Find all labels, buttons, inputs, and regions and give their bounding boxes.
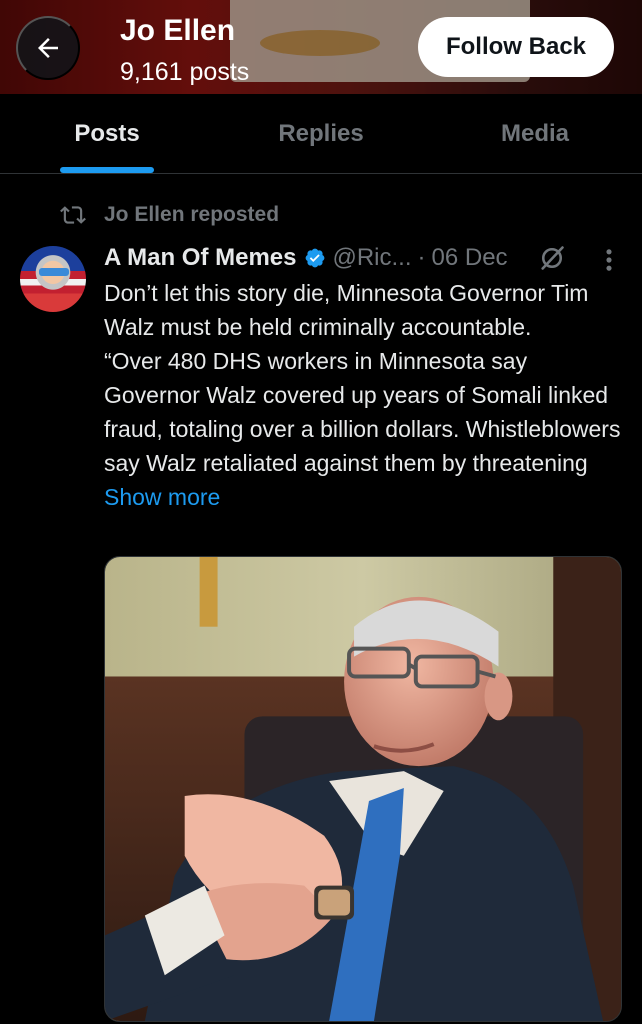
post-text-line: Don’t let this story die, Minnesota Gove…	[104, 280, 589, 340]
post-count: 9,161 posts	[120, 58, 250, 86]
tab-label: Media	[500, 119, 569, 147]
tab-label: Posts	[74, 119, 140, 147]
post-date[interactable]: 06 Dec	[432, 244, 508, 272]
active-tab-indicator	[60, 167, 154, 173]
more-options-icon[interactable]	[598, 246, 620, 274]
repost-label: Jo Ellen reposted	[104, 203, 280, 226]
photo-of-man-in-suit	[105, 557, 621, 1021]
post-text-line: “Over 480 DHS workers in Minnesota say G…	[104, 348, 621, 510]
author-name[interactable]: A Man Of Memes	[104, 244, 296, 272]
post-body[interactable]: Don’t let this story die, Minnesota Gove…	[104, 276, 624, 514]
profile-name: Jo Ellen	[120, 14, 236, 47]
grok-icon[interactable]	[538, 244, 566, 272]
arrow-left-icon	[38, 38, 58, 58]
tab-label: Replies	[278, 119, 364, 147]
profile-tabs: Posts Replies Media	[0, 94, 642, 174]
verified-badge-icon	[306, 248, 325, 268]
author-handle[interactable]: @Ric...	[332, 244, 411, 272]
tab-media[interactable]: Media	[428, 94, 642, 173]
follow-back-button[interactable]: Follow Back	[418, 17, 614, 77]
post-media-image[interactable]	[104, 556, 622, 1022]
author-avatar[interactable]	[20, 246, 86, 312]
repost-indicator: Jo Ellen reposted	[60, 200, 279, 230]
avatar-glasses	[39, 268, 69, 276]
profile-header: Jo Ellen 9,161 posts Follow Back	[0, 0, 642, 94]
meta-separator: ·	[417, 244, 426, 271]
back-button[interactable]	[16, 16, 80, 80]
tab-posts[interactable]: Posts	[0, 94, 214, 173]
tab-replies[interactable]: Replies	[214, 94, 428, 173]
repost-icon	[60, 206, 86, 224]
post-meta: A Man Of Memes @Ric... · 06 Dec	[104, 240, 508, 276]
show-more-link[interactable]: Show more	[104, 484, 220, 510]
